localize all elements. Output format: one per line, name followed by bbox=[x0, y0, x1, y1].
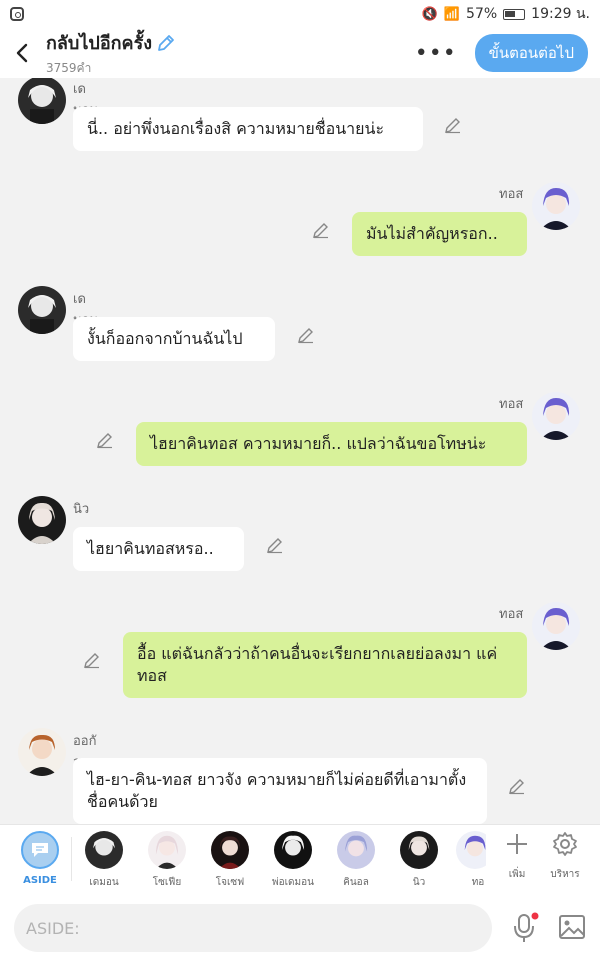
message-bubble[interactable]: ไฮยาคินทอสหรอ.. bbox=[73, 527, 244, 571]
aside-icon bbox=[21, 831, 59, 869]
microphone-icon[interactable] bbox=[510, 912, 540, 944]
character-item[interactable]: ทอ bbox=[456, 831, 486, 890]
avatar[interactable] bbox=[532, 182, 580, 230]
app-header: กลับไปอีกครั้ง 3759คำ ••• ขั้นตอนต่อไป bbox=[0, 28, 600, 78]
message-bubble[interactable]: อื้อ แต่ฉันกลัวว่าถ้าคนอื่นจะเรียกยากเลย… bbox=[123, 632, 527, 698]
character-avatar bbox=[211, 831, 249, 869]
next-step-button[interactable]: ขั้นตอนต่อไป bbox=[474, 34, 588, 72]
instagram-icon bbox=[10, 7, 24, 21]
wifi-icon: 📶 bbox=[443, 6, 461, 22]
back-icon[interactable] bbox=[4, 35, 40, 71]
edit-message-icon[interactable] bbox=[96, 431, 114, 449]
battery-percent: 57% bbox=[466, 6, 498, 22]
character-item[interactable]: คินอล bbox=[330, 831, 382, 890]
message-bubble[interactable]: งั้นก็ออกจากบ้านฉันไป bbox=[73, 317, 275, 361]
message-bubble[interactable]: ไฮยาคินทอส ความหมายก็.. แปลว่าฉันขอโทษน่… bbox=[136, 422, 527, 466]
gear-icon bbox=[553, 832, 577, 856]
message-input[interactable] bbox=[14, 904, 492, 952]
character-name: โจเซฟ bbox=[215, 877, 245, 888]
sender-name: ทอส bbox=[499, 187, 524, 202]
character-item[interactable]: โจเซฟ bbox=[204, 831, 256, 890]
avatar[interactable] bbox=[18, 286, 66, 334]
manage-button[interactable]: บริหาร bbox=[541, 831, 589, 882]
edit-message-icon[interactable] bbox=[297, 326, 315, 344]
character-avatar bbox=[274, 831, 312, 869]
avatar[interactable] bbox=[18, 496, 66, 544]
character-name: นิว bbox=[412, 877, 426, 888]
edit-title-icon[interactable] bbox=[156, 33, 176, 53]
character-avatar bbox=[456, 831, 486, 869]
edit-message-icon[interactable] bbox=[83, 651, 101, 669]
sender-name: ทอส bbox=[499, 397, 524, 412]
mute-icon: 🔇 bbox=[421, 6, 438, 22]
character-avatar bbox=[337, 831, 375, 869]
character-avatar bbox=[400, 831, 438, 869]
title-block: กลับไปอีกครั้ง 3759คำ bbox=[46, 28, 176, 78]
plus-icon bbox=[507, 834, 527, 854]
character-avatar bbox=[148, 831, 186, 869]
character-name: คินอล bbox=[343, 877, 369, 888]
avatar[interactable] bbox=[532, 392, 580, 440]
character-avatar bbox=[85, 831, 123, 869]
page-title: กลับไปอีกครั้ง bbox=[46, 33, 153, 54]
character-name: โซเฟีย bbox=[152, 877, 182, 888]
input-bar bbox=[0, 894, 600, 960]
character-item[interactable]: พ่อเดมอน bbox=[267, 831, 319, 890]
divider bbox=[71, 837, 72, 881]
add-character-button[interactable]: เพิ่ม bbox=[493, 831, 541, 882]
edit-message-icon[interactable] bbox=[508, 777, 526, 795]
aside-label: ASIDE bbox=[23, 875, 57, 886]
character-name: พ่อเดมอน bbox=[272, 877, 314, 888]
sender-name: นิว bbox=[73, 502, 90, 517]
aside-button[interactable]: ASIDE bbox=[14, 831, 66, 886]
message-bubble[interactable]: ไฮ-ยา-คิน-ทอส ยาวจัง ความหมายก็ไม่ค่อยดี… bbox=[73, 758, 487, 824]
add-label: เพิ่ม bbox=[508, 869, 526, 880]
edit-message-icon[interactable] bbox=[266, 536, 284, 554]
edit-message-icon[interactable] bbox=[312, 221, 330, 239]
more-options-icon[interactable]: ••• bbox=[415, 41, 457, 66]
character-item[interactable]: โซเฟีย bbox=[141, 831, 193, 890]
chat-area[interactable]: เดมอน นี่.. อย่าพึ่งนอกเรื่องสิ ความหมาย… bbox=[0, 78, 600, 824]
sender-name: ทอส bbox=[499, 607, 524, 622]
manage-label: บริหาร bbox=[550, 869, 580, 880]
avatar[interactable] bbox=[18, 728, 66, 776]
message-bubble[interactable]: นี่.. อย่าพึ่งนอกเรื่องสิ ความหมายชื่อนา… bbox=[73, 107, 423, 151]
message-bubble[interactable]: มันไม่สำคัญหรอก.. bbox=[352, 212, 527, 256]
battery-icon bbox=[503, 8, 526, 20]
status-bar: 🔇 📶 57% 19:29 น. bbox=[0, 0, 600, 28]
edit-message-icon[interactable] bbox=[444, 116, 462, 134]
character-item[interactable]: นิว bbox=[393, 831, 445, 890]
image-icon[interactable] bbox=[558, 914, 586, 940]
clock: 19:29 น. bbox=[531, 6, 590, 22]
character-name: เดมอน bbox=[89, 877, 119, 888]
character-name: ทอ bbox=[471, 877, 485, 888]
character-bar: ASIDE เดมอน โซเฟีย โจเซฟ พ่อเดมอน คินอล … bbox=[0, 824, 600, 894]
avatar[interactable] bbox=[532, 602, 580, 650]
character-item[interactable]: เดมอน bbox=[78, 831, 130, 890]
avatar[interactable] bbox=[18, 78, 66, 124]
word-count: 3759คำ bbox=[46, 61, 92, 75]
